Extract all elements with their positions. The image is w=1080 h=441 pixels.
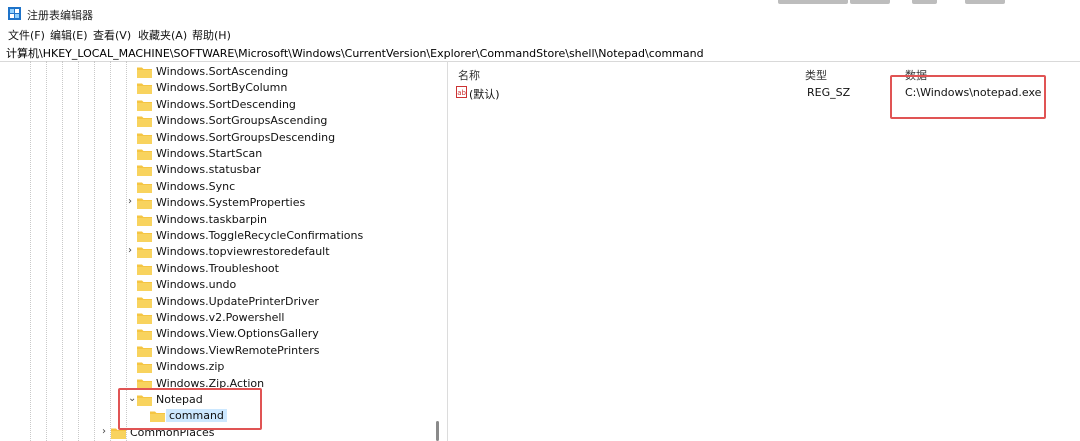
folder-icon bbox=[137, 116, 152, 128]
highlight-box-data bbox=[890, 75, 1046, 119]
background-window-edge bbox=[778, 0, 848, 4]
folder-icon bbox=[137, 231, 152, 242]
value-type: REG_SZ bbox=[807, 86, 851, 99]
tree-guide-line bbox=[110, 61, 111, 441]
tree-scrollbar[interactable] bbox=[436, 421, 439, 441]
key-tree-pane: Windows.SortAscending Windows.SortByColum… bbox=[0, 61, 448, 441]
tree-node-label: Windows.SortGroupsDescending bbox=[156, 130, 336, 144]
folder-icon bbox=[137, 264, 152, 275]
background-window-edge bbox=[965, 0, 1005, 4]
regedit-app-icon bbox=[8, 7, 21, 20]
tree-node-label: Windows.taskbarpin bbox=[156, 212, 268, 226]
folder-icon bbox=[137, 83, 152, 95]
column-header-type[interactable]: 类型 bbox=[805, 67, 827, 83]
folder-icon bbox=[137, 215, 152, 226]
title-bar: 注册表编辑器 bbox=[0, 0, 1080, 26]
folder-icon bbox=[137, 198, 152, 210]
tree-node-label: Windows.SortByColumn bbox=[156, 81, 288, 95]
tree-guide-line bbox=[94, 61, 95, 441]
tree-guide-line bbox=[30, 61, 31, 441]
tree-node-label: Windows.SortAscending bbox=[156, 65, 289, 78]
tree-node-label: Windows.Sync bbox=[156, 179, 236, 193]
chevron-right-icon[interactable]: › bbox=[128, 196, 132, 207]
menu-favorites[interactable]: 收藏夹(A) bbox=[138, 27, 187, 43]
tree-node-label: Windows.v2.Powershell bbox=[156, 311, 285, 324]
folder-icon bbox=[137, 133, 152, 144]
menu-edit[interactable]: 编辑(E) bbox=[50, 27, 88, 43]
value-name: (默认) bbox=[469, 88, 500, 101]
menu-bar: 文件(F) 编辑(E) 查看(V) 收藏夹(A) 帮助(H) bbox=[0, 26, 1080, 42]
column-header-name[interactable]: 名称 bbox=[458, 67, 480, 83]
tree-node-label: Windows.UpdatePrinterDriver bbox=[156, 294, 319, 308]
folder-icon bbox=[137, 313, 152, 324]
menu-file[interactable]: 文件(F) bbox=[8, 27, 45, 43]
tree-node-label: Windows.SystemProperties bbox=[156, 196, 306, 210]
tree-node-label: Windows.statusbar bbox=[156, 163, 261, 177]
background-window-edge bbox=[912, 0, 937, 4]
chevron-right-icon[interactable]: › bbox=[128, 245, 132, 256]
address-bar[interactable]: 计算机\HKEY_LOCAL_MACHINE\SOFTWARE\Microsof… bbox=[0, 43, 1080, 62]
tree-node-label: Windows.ToggleRecycleConfirmations bbox=[156, 229, 364, 242]
background-window-edge bbox=[850, 0, 890, 4]
folder-icon bbox=[137, 165, 152, 177]
tree-node-label: Windows.Troubleshoot bbox=[156, 261, 279, 275]
tree-node-label: Windows.topviewrestoredefault bbox=[156, 245, 330, 259]
address-path[interactable]: 计算机\HKEY_LOCAL_MACHINE\SOFTWARE\Microsof… bbox=[6, 45, 704, 61]
folder-icon bbox=[137, 362, 152, 374]
menu-view[interactable]: 查看(V) bbox=[93, 27, 131, 43]
window-title: 注册表编辑器 bbox=[27, 9, 93, 22]
tree-guide-line bbox=[78, 61, 79, 441]
values-pane: 名称 类型 数据 ab (默认) REG_SZ C:\Windows\notep… bbox=[448, 61, 1080, 441]
tree-guide-line bbox=[46, 61, 47, 441]
tree-node-label: Windows.SortGroupsAscending bbox=[156, 114, 328, 128]
tree-node-label: Windows.SortDescending bbox=[156, 97, 296, 111]
folder-icon bbox=[137, 182, 152, 193]
string-value-icon: ab bbox=[456, 86, 467, 98]
folder-icon bbox=[137, 297, 152, 308]
chevron-right-icon[interactable]: › bbox=[102, 426, 106, 437]
tree-node-label: Windows.ViewRemotePrinters bbox=[156, 343, 320, 357]
folder-icon bbox=[137, 247, 152, 259]
folder-icon bbox=[137, 100, 152, 111]
tree-node-label: Windows.zip bbox=[156, 360, 225, 374]
menu-help[interactable]: 帮助(H) bbox=[192, 27, 231, 43]
highlight-box-notepad bbox=[118, 388, 262, 430]
tree-node-label: Windows.View.OptionsGallery bbox=[156, 327, 319, 341]
folder-icon bbox=[137, 67, 152, 78]
svg-text:ab: ab bbox=[457, 89, 466, 97]
tree-node-label: Windows.undo bbox=[156, 278, 237, 292]
tree-guide-line bbox=[62, 61, 63, 441]
registry-editor-window: 注册表编辑器 文件(F) 编辑(E) 查看(V) 收藏夹(A) 帮助(H) 计算… bbox=[0, 0, 1080, 441]
folder-icon bbox=[137, 280, 152, 292]
tree-node-label: Windows.StartScan bbox=[156, 147, 263, 160]
folder-icon bbox=[137, 329, 152, 341]
folder-icon bbox=[137, 346, 152, 357]
tree-guide-line bbox=[126, 61, 127, 441]
folder-icon bbox=[137, 149, 152, 160]
